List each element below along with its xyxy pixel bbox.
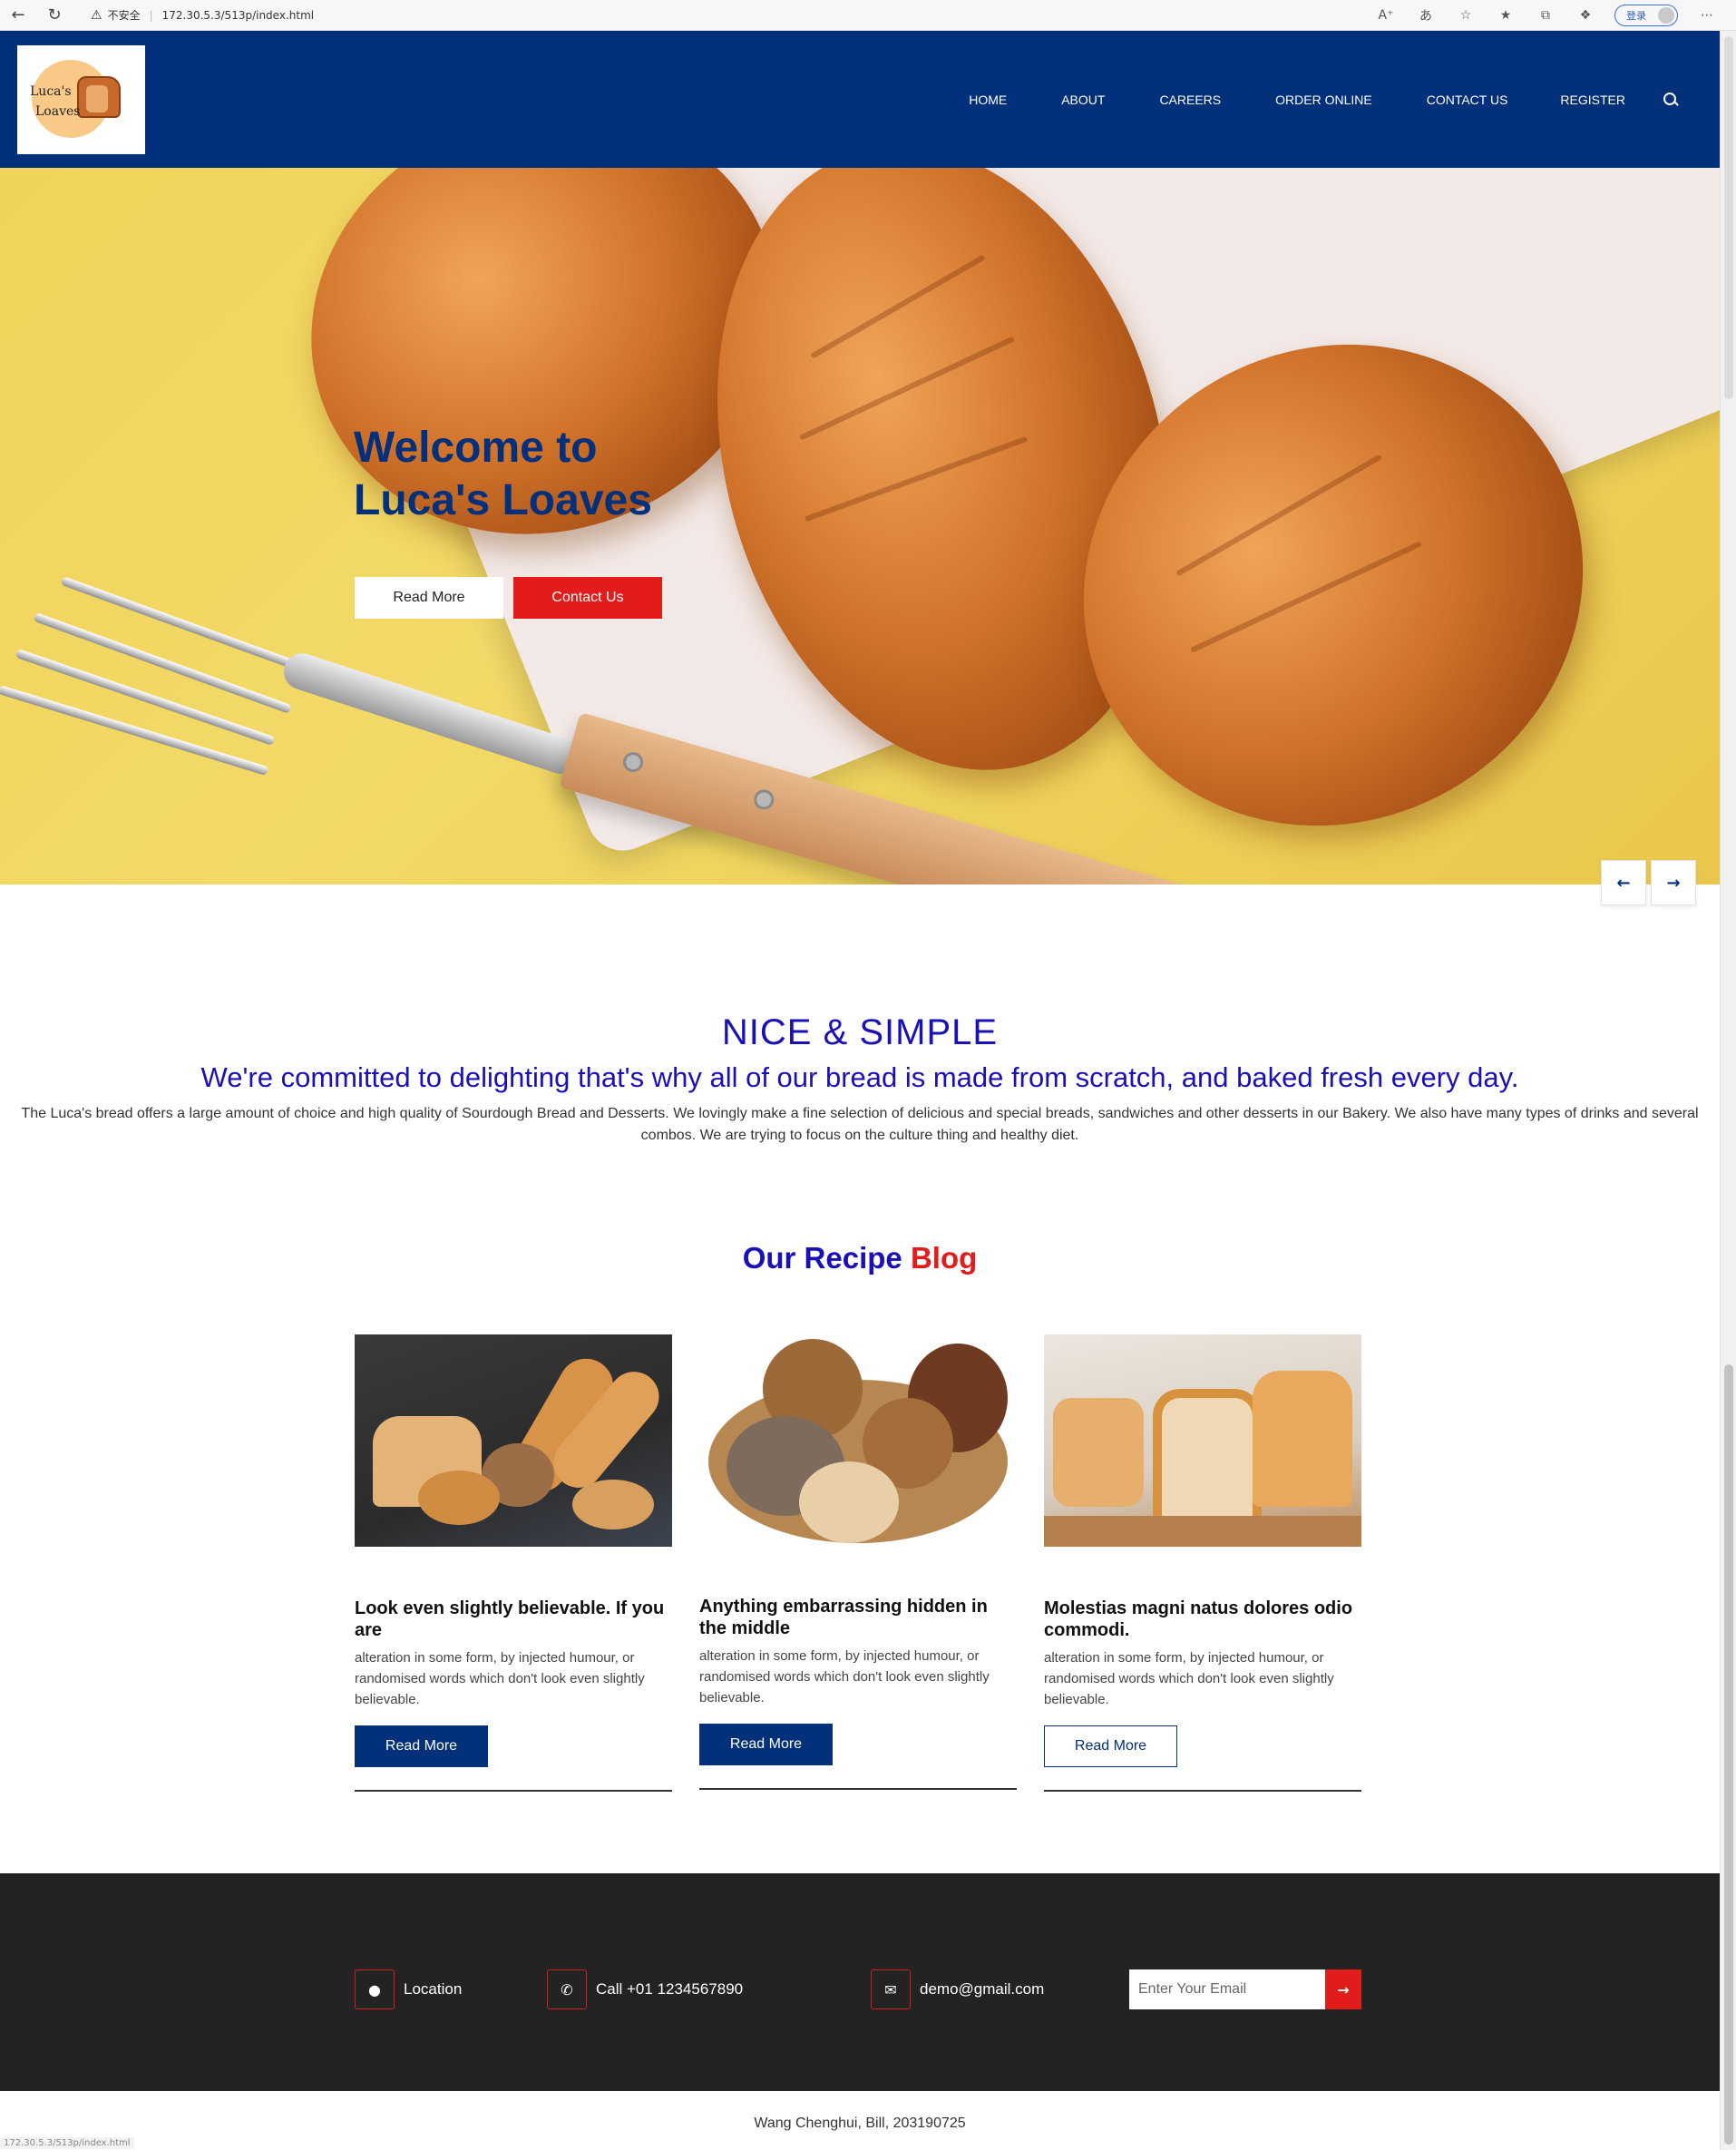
page-scrollbar[interactable] bbox=[1720, 31, 1736, 2150]
phone-text: Call +01 1234567890 bbox=[596, 1980, 744, 1998]
about-subheading: We're committed to delighting that's why… bbox=[200, 1061, 1519, 1093]
back-icon[interactable]: ← bbox=[0, 0, 36, 31]
card-divider bbox=[355, 1790, 672, 1792]
roll-shape bbox=[572, 1480, 654, 1529]
blog-card-text: alteration in some form, by injected hum… bbox=[699, 1648, 990, 1705]
warning-icon: ⚠ bbox=[91, 7, 102, 23]
avatar bbox=[1658, 6, 1674, 24]
hero-title: Welcome to Luca's Loaves bbox=[354, 424, 652, 524]
blog-card-text: alteration in some form, by injected hum… bbox=[355, 1650, 645, 1707]
footer-email[interactable]: ✉ demo@gmail.com bbox=[871, 1969, 1044, 2009]
phone-icon: ✆ bbox=[547, 1969, 587, 2009]
arrow-right-icon: → bbox=[1666, 873, 1681, 893]
nav-order-online[interactable]: ORDER ONLINE bbox=[1275, 93, 1372, 107]
blog-card-image bbox=[355, 1334, 672, 1547]
hero-contact-us-button[interactable]: Contact Us bbox=[513, 577, 662, 619]
security-label: 不安全 bbox=[107, 9, 141, 22]
translate-icon[interactable]: あ bbox=[1406, 6, 1446, 24]
nav-home[interactable]: HOME bbox=[969, 93, 1007, 107]
bread-loaf-shape bbox=[1253, 1371, 1352, 1507]
nav-careers[interactable]: CAREERS bbox=[1159, 93, 1221, 107]
logo[interactable]: Luca's Loaves bbox=[17, 45, 145, 154]
blog-title-part-2: Blog bbox=[910, 1241, 978, 1275]
fork-tine bbox=[60, 576, 319, 679]
blog-title-part-1: Our Recipe bbox=[742, 1241, 902, 1275]
roll-shape bbox=[418, 1471, 500, 1525]
logo-line-2: Loaves bbox=[35, 104, 81, 119]
reload-icon[interactable]: ↻ bbox=[36, 0, 73, 31]
address-divider: | bbox=[149, 8, 153, 22]
arrow-right-icon: → bbox=[1337, 1980, 1350, 1999]
blog-title: Our Recipe Blog bbox=[0, 1241, 1720, 1275]
nav-about[interactable]: ABOUT bbox=[1061, 93, 1105, 107]
newsletter-submit-button[interactable]: → bbox=[1325, 1969, 1361, 2009]
blog-card-title: Look even slightly believable. If you ar… bbox=[355, 1598, 665, 1640]
fork-rivet bbox=[620, 749, 646, 775]
blog-card: Anything embarrassing hidden in the midd… bbox=[699, 1334, 1017, 1793]
url-text[interactable]: 172.30.5.3/513p/index.html bbox=[162, 9, 314, 22]
sliced-loaf-shape bbox=[1153, 1389, 1262, 1525]
hero-read-more-button[interactable]: Read More bbox=[355, 577, 503, 619]
copyright-text: Wang Chenghui, Bill, 203190725 bbox=[754, 2116, 966, 2131]
footer-phone[interactable]: ✆ Call +01 1234567890 bbox=[547, 1969, 743, 2009]
blog-card-title: Molestias magni natus dolores odio commo… bbox=[1044, 1598, 1353, 1640]
scrollbar-track-segment bbox=[1724, 36, 1733, 399]
about-body: The Luca's bread offers a large amount o… bbox=[21, 1106, 1699, 1143]
login-label: 登录 bbox=[1626, 9, 1646, 22]
slider-prev-button[interactable]: ← bbox=[1601, 860, 1646, 905]
slider-next-button[interactable]: → bbox=[1651, 860, 1696, 905]
nav-contact-us[interactable]: CONTACT US bbox=[1427, 93, 1508, 107]
nav-register[interactable]: REGISTER bbox=[1560, 93, 1625, 107]
blog-read-more-button[interactable]: Read More bbox=[355, 1725, 488, 1767]
blog-card-title: Anything embarrassing hidden in the midd… bbox=[699, 1597, 988, 1638]
cutting-board-shape bbox=[1044, 1516, 1361, 1547]
logo-line-1: Luca's bbox=[30, 84, 72, 99]
about-heading: NICE & SIMPLE bbox=[721, 1012, 999, 1052]
blog-read-more-button[interactable]: Read More bbox=[699, 1724, 833, 1765]
hero-banner bbox=[0, 168, 1720, 884]
scrollbar-thumb[interactable] bbox=[1724, 1364, 1733, 2145]
footer-location[interactable]: ● Location bbox=[355, 1969, 462, 2009]
blog-card-image bbox=[699, 1334, 1017, 1547]
collections-icon[interactable]: ⧉ bbox=[1526, 8, 1565, 23]
arrow-left-icon: ← bbox=[1616, 873, 1631, 893]
fork-rivet bbox=[751, 787, 776, 813]
white-bread-shape bbox=[799, 1461, 899, 1543]
location-text: Location bbox=[404, 1980, 463, 1998]
blog-read-more-button[interactable]: Read More bbox=[1044, 1725, 1177, 1767]
blog-card: Molestias magni natus dolores odio commo… bbox=[1044, 1334, 1361, 1793]
footer: ● Location ✆ Call +01 1234567890 ✉ demo@… bbox=[0, 1873, 1720, 2091]
address-bar[interactable]: ⚠ 不安全 | 172.30.5.3/513p/index.html bbox=[91, 7, 314, 23]
card-divider bbox=[1044, 1790, 1361, 1792]
login-button[interactable]: 登录 bbox=[1614, 4, 1678, 26]
newsletter-email-input[interactable] bbox=[1129, 1969, 1325, 2009]
email-text: demo@gmail.com bbox=[920, 1980, 1045, 1998]
search-icon[interactable] bbox=[1662, 91, 1680, 109]
envelope-icon: ✉ bbox=[871, 1969, 911, 2009]
main-nav: HOME ABOUT CAREERS ORDER ONLINE CONTACT … bbox=[969, 91, 1720, 109]
status-bar-url: 172.30.5.3/513p/index.html bbox=[0, 2137, 134, 2149]
add-favorite-icon[interactable]: ☆ bbox=[1446, 8, 1486, 23]
favorites-icon[interactable]: ★ bbox=[1486, 8, 1526, 23]
logo-text: Luca's Loaves bbox=[30, 82, 93, 122]
blog-card-text: alteration in some form, by injected hum… bbox=[1044, 1650, 1334, 1707]
extensions-icon[interactable]: ❖ bbox=[1565, 8, 1605, 23]
bread-loaf-shape bbox=[1053, 1398, 1144, 1507]
map-marker-icon: ● bbox=[355, 1969, 395, 2009]
more-icon[interactable]: ⋯ bbox=[1687, 8, 1727, 23]
blog-card: Look even slightly believable. If you ar… bbox=[355, 1334, 672, 1793]
read-aloud-icon[interactable]: A⁺ bbox=[1366, 8, 1406, 23]
card-divider bbox=[699, 1788, 1017, 1790]
site-header: Luca's Loaves HOME ABOUT CAREERS ORDER O… bbox=[0, 31, 1720, 168]
blog-card-image bbox=[1044, 1334, 1361, 1547]
browser-toolbar: ← ↻ ⚠ 不安全 | 172.30.5.3/513p/index.html A… bbox=[0, 0, 1736, 31]
